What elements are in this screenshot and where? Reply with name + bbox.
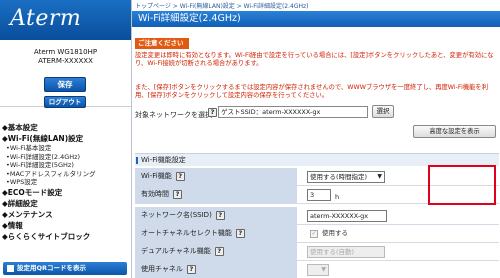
help-icon[interactable]: ? <box>235 228 245 238</box>
ssid-label-text: ネットワーク名(SSID) <box>141 211 212 219</box>
auto-channel-label: オートチャネルセレクト機能? <box>135 225 297 242</box>
auto-channel-label-text: オートチャネルセレクト機能 <box>141 229 232 237</box>
row-ssid: ネットワーク名(SSID)? aterm-XXXXXX-gx <box>135 207 499 225</box>
nav-info[interactable]: ◆情報 <box>2 220 130 231</box>
sidebar-nav: ◆基本設定 ◆Wi-Fi(無線LAN)設定 •Wi-Fi基本設定 •Wi-Fi詳… <box>2 122 130 242</box>
ssid-input[interactable]: aterm-XXXXXX-gx <box>307 210 387 222</box>
warning-text-2: また、[保存]ボタンをクリックするまでは設定内容が保存されませんので、WWWブラ… <box>135 84 489 100</box>
dual-channel-select[interactable]: 使用する(自動) <box>307 246 385 258</box>
channel-label: 使用チャネル? <box>135 261 297 278</box>
auto-channel-checkbox[interactable]: ✓ <box>310 230 318 238</box>
channel-label-text: 使用チャネル <box>141 265 183 273</box>
aterm-logo: Aterm <box>10 6 82 31</box>
nav-eco-mode[interactable]: ◆ECOモード設定 <box>2 187 130 198</box>
nav-mac-filter[interactable]: •MACアドレスフィルタリング <box>2 170 130 179</box>
breadcrumb[interactable]: トップページ > Wi-Fi(無線LAN)設定 > Wi-Fi詳細設定(2.4G… <box>135 1 308 10</box>
nav-basic-settings[interactable]: ◆基本設定 <box>2 122 130 133</box>
nav-maintenance[interactable]: ◆メンテナンス <box>2 209 130 220</box>
app-window: Aterm Aterm WG1810HP ATERM-XXXXXX 保存 ログア… <box>0 0 500 278</box>
target-network-label: 対象ネットワークを選択 <box>135 111 212 119</box>
target-network-select[interactable]: ゲストSSID：aterm-XXXXXX-gx <box>218 106 368 118</box>
qr-icon <box>7 265 14 272</box>
wifi-function-label: Wi-Fi機能? <box>135 168 297 185</box>
nav-wifi-detail-24[interactable]: •Wi-Fi詳細設定(2.4GHz) <box>2 153 130 162</box>
nav-wifi-settings[interactable]: ◆Wi-Fi(無線LAN)設定 <box>2 133 130 144</box>
wifi-function-select[interactable]: 使用する(時間指定) ▼ <box>307 171 385 183</box>
show-qr-label: 設定用QRコードを表示 <box>17 264 87 272</box>
logout-button[interactable]: ログアウト <box>44 96 86 108</box>
show-qr-button[interactable]: 設定用QRコードを表示 <box>3 262 127 275</box>
duration-label-text: 有効時間 <box>141 190 169 198</box>
row-auto-channel: オートチャネルセレクト機能? ✓ 使用する <box>135 225 499 243</box>
nav-advanced[interactable]: ◆詳細設定 <box>2 198 130 209</box>
duration-input[interactable]: 3 <box>307 189 331 201</box>
row-dual-channel: デュアルチャネル機能? 使用する(自動) <box>135 243 499 261</box>
sidebar: Aterm Aterm WG1810HP ATERM-XXXXXX 保存 ログア… <box>0 0 131 278</box>
logo-band: Aterm <box>0 0 131 40</box>
row-channel: 使用チャネル? ▼ <box>135 261 499 278</box>
page-title: Wi-Fi詳細設定(2.4GHz) <box>132 11 500 27</box>
duration-unit: h <box>335 193 340 201</box>
help-icon[interactable]: ? <box>208 108 217 117</box>
duration-label: 有効時間? <box>135 186 297 203</box>
dual-channel-label: デュアルチャネル機能? <box>135 243 297 260</box>
highlight-box <box>428 165 496 205</box>
warning-text-1: 設定変更は即時に有効となります。Wi-Fi経由で設定を行っている場合には、[設定… <box>135 52 494 68</box>
channel-select[interactable]: ▼ <box>307 264 329 276</box>
help-icon[interactable]: ? <box>175 171 185 181</box>
help-icon[interactable]: ? <box>186 264 196 274</box>
nav-wifi-detail-5[interactable]: •Wi-Fi詳細設定(5GHz) <box>2 161 130 170</box>
select-button[interactable]: 選択 <box>372 105 394 118</box>
help-icon[interactable]: ? <box>173 189 182 199</box>
wifi-function-label-text: Wi-Fi機能 <box>141 172 172 180</box>
main-content: トップページ > Wi-Fi(無線LAN)設定 > Wi-Fi詳細設定(2.4G… <box>131 0 500 278</box>
dual-channel-label-text: デュアルチャネル機能 <box>141 247 211 255</box>
device-info-panel: Aterm WG1810HP ATERM-XXXXXX 保存 ログアウト <box>0 41 131 108</box>
nav-site-block[interactable]: ◆らくらくサイトブロック <box>2 231 130 242</box>
device-name: ATERM-XXXXXX <box>38 57 93 65</box>
nav-wps[interactable]: •WPS設定 <box>2 178 130 187</box>
help-icon[interactable]: ? <box>214 246 224 256</box>
save-button[interactable]: 保存 <box>44 77 86 92</box>
ssid-label: ネットワーク名(SSID)? <box>135 207 297 224</box>
show-advanced-button[interactable]: 高度な設定を表示 <box>413 125 496 138</box>
device-model: Aterm WG1810HP <box>33 48 98 56</box>
help-icon[interactable]: ? <box>215 210 225 220</box>
warning-tag: ご注意ください <box>135 38 189 49</box>
chevron-down-icon: ▼ <box>377 173 382 180</box>
wifi-function-value: 使用する(時間指定) <box>310 173 368 181</box>
nav-wifi-basic[interactable]: •Wi-Fi基本設定 <box>2 144 130 153</box>
auto-channel-value: 使用する <box>322 229 348 237</box>
